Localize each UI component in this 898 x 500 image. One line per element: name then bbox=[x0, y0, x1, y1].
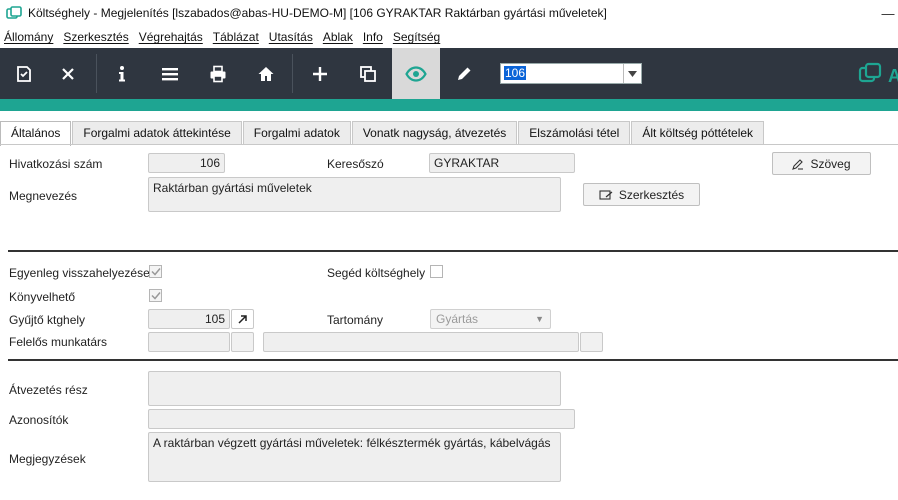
add-button[interactable] bbox=[296, 48, 344, 99]
close-icon bbox=[62, 67, 74, 80]
tab-forgalmi-adatok[interactable]: Forgalmi adatok bbox=[242, 121, 351, 144]
menu-info[interactable]: Info bbox=[363, 30, 383, 44]
save-icon bbox=[17, 65, 31, 82]
view-button[interactable] bbox=[392, 48, 440, 99]
arrow-up-right-icon bbox=[238, 314, 247, 324]
felelos-field[interactable] bbox=[148, 332, 230, 352]
accent-strip bbox=[0, 99, 898, 111]
felelos-name-field[interactable] bbox=[263, 332, 579, 352]
info-icon bbox=[119, 65, 125, 81]
record-id-value[interactable]: 106 bbox=[504, 66, 527, 80]
abas-logo-icon: A bbox=[858, 62, 898, 86]
hivatkozasi-szam-label: Hivatkozási szám bbox=[9, 157, 103, 171]
keresoszo-field[interactable]: GYRAKTAR bbox=[429, 153, 575, 173]
tab-bar: Általános Forgalmi adatok áttekintése Fo… bbox=[0, 121, 765, 146]
minimize-icon: — bbox=[881, 5, 895, 21]
konyvelheto-label: Könyvelhető bbox=[9, 290, 76, 304]
szerkesztes-button-label: Szerkesztés bbox=[618, 187, 685, 202]
gyujto-label: Gyűjtő ktghely bbox=[9, 313, 86, 327]
checkmark-icon bbox=[150, 268, 161, 276]
tartomany-label: Tartomány bbox=[327, 313, 384, 327]
info-button[interactable] bbox=[98, 48, 146, 99]
menu-szerkesztes[interactable]: Szerkesztés bbox=[63, 30, 128, 44]
egyenleg-checkbox[interactable] bbox=[149, 265, 162, 278]
hivatkozasi-szam-field[interactable]: 106 bbox=[148, 153, 225, 173]
menu-bar: Állomány Szerkesztés Végrehajtás Tábláza… bbox=[0, 27, 450, 47]
menu-segitseg[interactable]: Segítség bbox=[393, 30, 440, 44]
copy-icon bbox=[360, 65, 376, 82]
home-icon bbox=[258, 66, 274, 81]
toolbar-separator bbox=[96, 54, 97, 93]
gyujto-field[interactable]: 105 bbox=[148, 309, 230, 329]
megnevezes-field[interactable]: Raktárban gyártási műveletek bbox=[148, 177, 561, 212]
megnevezes-label: Megnevezés bbox=[9, 189, 78, 203]
record-id-combobox[interactable]: 106 bbox=[500, 63, 642, 84]
atvezetes-field[interactable] bbox=[148, 371, 561, 406]
tab-elszamolasi-tetel[interactable]: Elszámolási tétel bbox=[518, 121, 631, 144]
menu-vegrehajtas[interactable]: Végrehajtás bbox=[139, 30, 203, 44]
konyvelheto-checkbox[interactable] bbox=[149, 289, 162, 302]
chevron-down-icon bbox=[628, 70, 637, 77]
azonositok-label: Azonosítók bbox=[9, 413, 69, 427]
tab-vonatk-nagysag[interactable]: Vonatk nagyság, átvezetés bbox=[351, 121, 518, 144]
felelos-name-button[interactable] bbox=[580, 332, 603, 352]
home-button[interactable] bbox=[242, 48, 290, 99]
section-divider bbox=[8, 359, 898, 361]
gyujto-link-button[interactable] bbox=[231, 309, 254, 329]
print-icon bbox=[210, 65, 226, 82]
menu-tablazat[interactable]: Táblázat bbox=[213, 30, 259, 44]
szoveg-button-label: Szöveg bbox=[810, 156, 851, 171]
keresoszo-label: Keresőszó bbox=[327, 157, 384, 171]
tab-forgalmi-attekintes[interactable]: Forgalmi adatok áttekintése bbox=[72, 121, 242, 144]
toolbar-separator bbox=[292, 54, 293, 93]
megjegyzesek-label: Megjegyzések bbox=[9, 452, 86, 466]
tartomany-value: Gyártás bbox=[436, 312, 479, 326]
szerkesztes-button[interactable]: Szerkesztés bbox=[583, 183, 700, 206]
save-button[interactable] bbox=[0, 48, 48, 99]
toolbar: A bbox=[0, 48, 898, 99]
app-icon bbox=[6, 6, 22, 19]
title-bar: Költséghely - Megjelenítés [lszabados@ab… bbox=[0, 0, 898, 26]
abas-logo: A bbox=[858, 62, 898, 86]
print-button[interactable] bbox=[194, 48, 242, 99]
megjegyzesek-field[interactable]: A raktárban végzett gyártási műveletek: … bbox=[148, 432, 561, 482]
menu-allomany[interactable]: Állomány bbox=[4, 30, 53, 44]
tab-altalanos[interactable]: Általános bbox=[0, 121, 72, 146]
menu-utasitas[interactable]: Utasítás bbox=[269, 30, 313, 44]
pencil-icon bbox=[792, 158, 804, 170]
chevron-down-icon: ▼ bbox=[535, 314, 544, 324]
egyenleg-label: Egyenleg visszahelyezése bbox=[9, 266, 150, 280]
checkmark-icon bbox=[150, 292, 161, 300]
menu-ablak[interactable]: Ablak bbox=[323, 30, 353, 44]
felelos-label: Felelős munkatárs bbox=[9, 335, 108, 349]
tab-alt-koltseg[interactable]: Ált költség póttételek bbox=[631, 121, 765, 144]
section-divider bbox=[8, 250, 898, 252]
tab-underline bbox=[0, 144, 898, 145]
view-icon bbox=[405, 65, 427, 82]
window-title: Költséghely - Megjelenítés [lszabados@ab… bbox=[28, 6, 607, 20]
azonositok-field[interactable] bbox=[148, 409, 575, 429]
seged-label: Segéd költséghely bbox=[327, 266, 426, 280]
edit-button[interactable] bbox=[440, 48, 488, 99]
list-icon bbox=[162, 67, 178, 80]
atvezetes-label: Átvezetés rész bbox=[9, 383, 88, 397]
edit-icon bbox=[458, 67, 471, 80]
szoveg-button[interactable]: Szöveg bbox=[772, 152, 871, 175]
copy-button[interactable] bbox=[344, 48, 392, 99]
edit-window-icon bbox=[599, 189, 613, 200]
add-icon bbox=[313, 66, 327, 81]
svg-text:A: A bbox=[888, 66, 898, 86]
seged-checkbox[interactable] bbox=[430, 265, 443, 278]
record-id-dropdown[interactable] bbox=[623, 64, 641, 83]
close-button[interactable] bbox=[44, 48, 92, 99]
minimize-button[interactable]: — bbox=[868, 0, 898, 26]
felelos-lookup-button[interactable] bbox=[231, 332, 254, 352]
list-button[interactable] bbox=[146, 48, 194, 99]
tartomany-select[interactable]: Gyártás ▼ bbox=[430, 309, 551, 329]
